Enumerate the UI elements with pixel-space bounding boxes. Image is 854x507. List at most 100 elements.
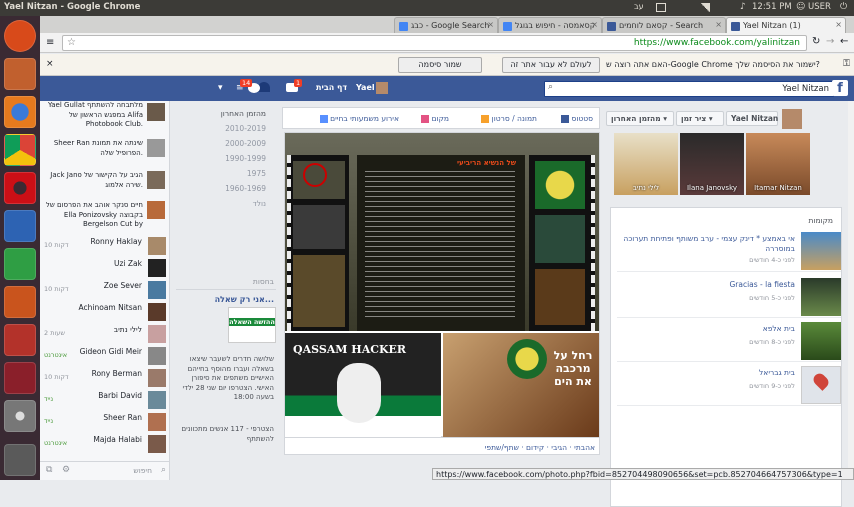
timeline-year[interactable]: 1975 xyxy=(247,169,266,178)
writer-icon[interactable] xyxy=(4,210,36,242)
firefox-icon[interactable] xyxy=(4,96,36,128)
sort-recent-dropdown[interactable]: מהזמן האחרון ▾ xyxy=(606,111,674,126)
new-window-icon[interactable]: ⧉ xyxy=(46,465,52,475)
avatar[interactable] xyxy=(147,139,165,157)
chat-contact[interactable]: Majda Halabi אינטרנט xyxy=(40,433,169,455)
friend-thumb[interactable]: Itamar Nitzan xyxy=(746,133,810,195)
post-actions[interactable]: אהבתי · הגיבי · קידום · שתף/שתפי xyxy=(284,437,600,455)
tab-strip: כבג - Google Search × קסאמסה - חיפוש בגוג… xyxy=(40,16,854,33)
chat-contact[interactable]: לילי נתיב 2 שעות xyxy=(40,323,169,345)
ubuntu-icon[interactable] xyxy=(4,20,36,52)
save-password-button[interactable]: שמור סיסמה xyxy=(398,57,482,73)
ad-heading[interactable]: אני רק שאלה... xyxy=(215,295,274,304)
avatar[interactable] xyxy=(782,109,802,129)
close-icon[interactable]: × xyxy=(591,20,598,29)
place-item[interactable]: בית אלפא לפני כ-8 חודשים xyxy=(617,320,841,362)
chat-contact[interactable]: Zoe Sever 10 דקות xyxy=(40,279,169,301)
menu-icon[interactable]: ≡ xyxy=(46,37,54,48)
settings-icon[interactable]: ▾ xyxy=(218,83,223,93)
chat-contact[interactable]: Ronny Haklay 10 דקות xyxy=(40,235,169,257)
search-input[interactable]: Yael Nitzan xyxy=(544,81,834,97)
close-icon[interactable]: × xyxy=(835,20,842,29)
place-item[interactable]: בית גבריאל לפני כ-9 חודשים xyxy=(617,364,841,406)
friend-thumb[interactable]: לילי נתיב xyxy=(614,133,678,195)
chat-contact[interactable]: Sheer Ran נייד xyxy=(40,411,169,433)
power-icon[interactable]: ⏻ xyxy=(840,2,847,12)
user-icon[interactable]: ☺ xyxy=(796,2,805,12)
reload-icon[interactable]: ↻ xyxy=(812,36,820,47)
profile-link[interactable]: Yael xyxy=(356,83,375,92)
ticker-item[interactable]: Yael Gullat מלתבחה להשתתף במפגש הראשון ש… xyxy=(41,101,143,130)
photo-collage-main[interactable]: של הנשיא הריביעי xyxy=(285,133,599,331)
files-icon[interactable] xyxy=(4,58,36,90)
photo-qassam-poster[interactable]: רחל על מרכבה את הים xyxy=(443,333,599,437)
close-icon[interactable]: × xyxy=(715,20,722,29)
calc-icon[interactable] xyxy=(4,248,36,280)
chat-contact[interactable]: Barbi David נייד xyxy=(40,389,169,411)
tab-google-search[interactable]: כבג - Google Search × xyxy=(394,17,498,33)
timeline-year[interactable]: 1990-1999 xyxy=(225,154,266,163)
workspace-icon[interactable] xyxy=(4,362,36,394)
ticker-item[interactable]: Jack Jano הגיב על הקישור של שירה אלמוג. xyxy=(41,171,143,190)
chat-contact[interactable]: Rony Berman 10 דקות xyxy=(40,367,169,389)
ticker-item[interactable]: Sheer Ran שינתה את תמונת הפרופיל שלה. xyxy=(41,139,143,158)
volume-icon[interactable]: ♪ xyxy=(740,2,746,12)
gear-icon[interactable]: ⚙ xyxy=(62,465,70,475)
search-icon[interactable]: ⌕ xyxy=(548,82,553,92)
back-icon[interactable]: ← xyxy=(840,36,848,47)
composer-event[interactable]: אירוע משמעותי בחיים xyxy=(318,114,399,123)
avatar[interactable] xyxy=(147,201,165,219)
chat-contact[interactable]: Uzi Zak xyxy=(40,257,169,279)
star-icon[interactable]: ☆ xyxy=(67,37,76,48)
avatar[interactable] xyxy=(147,103,165,121)
ad-footer[interactable]: הצטרפי - 117 אנשים מתכוונים להשתתף xyxy=(178,425,274,444)
pin-icon xyxy=(421,115,430,123)
place-item[interactable]: אי באמצע * דינק עצמי - ערב משותף ופתיחת … xyxy=(617,230,841,272)
scrollbar[interactable] xyxy=(848,101,854,480)
network-icon[interactable] xyxy=(700,3,710,12)
tab-yael-nitzan[interactable]: Yael Nitzan (1) × xyxy=(726,17,846,33)
trash-icon[interactable] xyxy=(4,444,36,476)
timeline-year[interactable]: 1960-1969 xyxy=(225,184,266,193)
home-link[interactable]: דף הבית xyxy=(316,83,347,92)
ad-image[interactable]: ההזשה השאלה xyxy=(228,307,276,343)
never-for-site-button[interactable]: לעולם לא עבור אתר זה xyxy=(502,57,600,73)
keyboard-lang[interactable]: עב xyxy=(634,2,644,11)
impress-icon[interactable] xyxy=(4,286,36,318)
chat-contact[interactable]: Achinoam Nitsan xyxy=(40,301,169,323)
dvd-icon[interactable] xyxy=(4,400,36,432)
address-bar[interactable]: ☆ https://www.facebook.com/yalinitzan xyxy=(62,35,807,51)
facebook-logo[interactable]: f xyxy=(832,80,848,96)
composer-photo[interactable]: תמונה / סרטון xyxy=(479,114,537,123)
ticker-item[interactable]: חיים סנקר אוהב את הפרסום של Ella Ponizov… xyxy=(41,201,143,230)
photo-qassam-hacker[interactable]: QASSAM HACKER xyxy=(285,333,441,437)
chrome-icon[interactable] xyxy=(4,134,36,166)
chat-contact[interactable]: Gideon Gidi Meir אינטרנט xyxy=(40,345,169,367)
avatar[interactable] xyxy=(376,82,388,94)
forward-icon[interactable]: → xyxy=(826,36,834,47)
settings-icon[interactable] xyxy=(4,324,36,356)
tab-qassam-search[interactable]: קסאם לוחמים - Search × xyxy=(602,17,726,33)
timeline-year[interactable]: 2010-2019 xyxy=(225,124,266,133)
timeline-year[interactable]: נולד xyxy=(253,199,266,208)
text-lines xyxy=(365,171,515,321)
places-header[interactable]: מקומות xyxy=(808,216,833,225)
clock[interactable]: 12:51 PM xyxy=(752,2,792,12)
user-name[interactable]: USER xyxy=(808,2,831,12)
timeline-dropdown[interactable]: ציר זמן ▾ xyxy=(676,111,724,126)
mail-icon[interactable] xyxy=(656,3,666,12)
opera-icon[interactable] xyxy=(4,172,36,204)
close-icon[interactable]: × xyxy=(487,20,494,29)
friend-thumb[interactable]: Ilana Janovsky xyxy=(680,133,744,195)
place-item[interactable]: Gracias - la fiesta לפני כ-5 חודשים xyxy=(617,276,841,318)
composer-status[interactable]: סטטוס xyxy=(559,114,593,123)
composer: סטטוס תמונה / סרטון מקום אירוע משמעותי ב… xyxy=(282,107,600,129)
timeline-year[interactable]: מהזמן האחרון xyxy=(221,109,266,118)
close-icon[interactable]: × xyxy=(46,59,54,69)
composer-place[interactable]: מקום xyxy=(419,114,449,123)
chat-search-input[interactable]: חיפוש xyxy=(133,466,152,475)
tab-qassamsa[interactable]: קסאמסה - חיפוש בגוגל × xyxy=(498,17,602,33)
timeline-year[interactable]: 2000-2009 xyxy=(225,139,266,148)
profile-name-button[interactable]: Yael Nitzan xyxy=(726,111,778,126)
avatar[interactable] xyxy=(147,171,165,189)
